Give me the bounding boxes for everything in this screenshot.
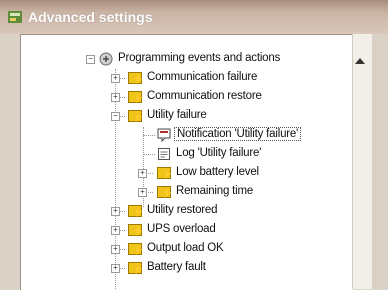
title-bar[interactable]: Advanced settings xyxy=(0,0,388,35)
expand-toggle[interactable]: + xyxy=(111,245,120,254)
event-icon: ⚡ xyxy=(128,224,144,236)
tree-item-label: UPS overload xyxy=(147,223,216,235)
tree-connector xyxy=(115,69,116,290)
window-title: Advanced settings xyxy=(28,9,153,25)
expand-toggle[interactable]: + xyxy=(138,169,147,178)
tree-item-label: Log 'Utility failure' xyxy=(176,147,262,159)
event-icon: ⚡ xyxy=(157,186,173,198)
event-icon: ⚡ xyxy=(157,167,173,179)
event-icon: ⚡ xyxy=(128,243,144,255)
tree-item-label: Low battery level xyxy=(176,166,259,178)
vertical-scrollbar[interactable] xyxy=(352,34,373,289)
settings-icon xyxy=(8,11,22,23)
tree-root-label: Programming events and actions xyxy=(118,52,281,64)
expand-toggle[interactable]: + xyxy=(111,264,120,273)
expand-toggle[interactable]: + xyxy=(138,188,147,197)
event-icon: ⚡ xyxy=(128,205,144,217)
advanced-settings-window: Advanced settings − Programming events a… xyxy=(0,0,388,290)
window-frame-left xyxy=(0,34,20,289)
event-icon: ⚡ xyxy=(128,72,144,84)
event-tree[interactable]: − Programming events and actions + ⚡ Com… xyxy=(20,34,353,290)
expand-toggle[interactable]: + xyxy=(111,226,120,235)
tree-item-label: Communication failure xyxy=(147,71,258,83)
events-actions-icon xyxy=(99,52,113,66)
collapse-root-toggle[interactable]: − xyxy=(86,55,95,64)
log-icon xyxy=(158,148,170,160)
event-icon: ⚡ xyxy=(128,91,144,103)
expand-toggle[interactable]: + xyxy=(111,93,120,102)
scroll-up-arrow-icon[interactable] xyxy=(355,58,365,64)
tree-connector xyxy=(143,135,155,136)
event-icon: ⚡ xyxy=(128,110,144,122)
tree-item-label: Output load OK xyxy=(147,242,224,254)
expand-toggle[interactable]: + xyxy=(111,207,120,216)
window-frame-right xyxy=(372,34,388,289)
tree-item-label: Remaining time xyxy=(176,185,254,197)
tree-item-label: Communication restore xyxy=(147,90,262,102)
tree-item-label: Utility restored xyxy=(147,204,218,216)
tree-item-label: Battery fault xyxy=(147,261,206,273)
event-icon: ⚡ xyxy=(128,262,144,274)
tree-item-label: Utility failure xyxy=(147,109,207,121)
notification-icon xyxy=(157,128,171,142)
tree-item-label: Notification 'Utility failure' xyxy=(174,127,302,141)
collapse-toggle[interactable]: − xyxy=(111,112,120,121)
tree-connector xyxy=(143,154,155,155)
expand-toggle[interactable]: + xyxy=(111,74,120,83)
